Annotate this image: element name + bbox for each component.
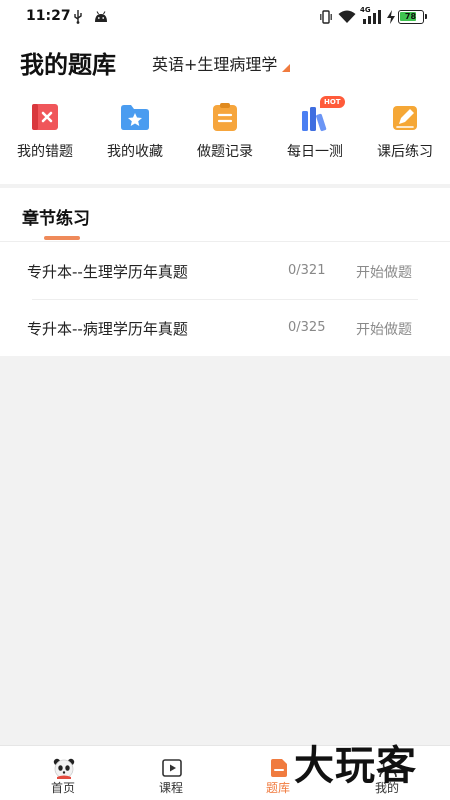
android-icon (95, 11, 107, 22)
dropdown-triangle-icon (282, 64, 291, 72)
play-icon (162, 759, 182, 777)
section-title: 章节练习 (22, 209, 90, 229)
header: 我的题库 英语+生理病理学 我的错题 我的收藏 做题记录 HOT 每日一测 课后… (0, 34, 450, 184)
start-practice-button[interactable]: 开始做题 (356, 262, 412, 282)
quick-action-daily-test[interactable]: HOT 每日一测 (270, 96, 360, 166)
subject-selector[interactable]: 英语+生理病理学 (152, 51, 291, 75)
quick-action-label: 每日一测 (287, 144, 343, 160)
chapter-progress: 0/325 (288, 320, 326, 335)
chapter-title: 专升本--生理学历年真题 (27, 263, 188, 281)
section-header: 章节练习 (0, 188, 450, 242)
hot-badge: HOT (320, 96, 345, 108)
wifi-icon (338, 10, 356, 23)
chapter-progress: 0/321 (288, 263, 326, 278)
section-title-underline (44, 236, 80, 240)
quick-action-label: 课后练习 (377, 144, 433, 160)
wrong-book-icon (32, 104, 58, 130)
star-folder-icon (121, 105, 149, 130)
tab-courses[interactable]: 课程 (115, 746, 227, 800)
start-practice-button[interactable]: 开始做题 (356, 319, 412, 339)
quick-action-records[interactable]: 做题记录 (180, 96, 270, 166)
page-title: 我的题库 (20, 51, 116, 79)
chapter-row-physiology[interactable]: 专升本--生理学历年真题 0/321 开始做题 (0, 243, 450, 299)
quick-action-favorites[interactable]: 我的收藏 (90, 96, 180, 166)
battery-tip (425, 14, 427, 19)
charging-icon (387, 10, 395, 24)
battery-indicator: 78 (398, 10, 427, 24)
quick-action-label: 我的错题 (17, 144, 73, 160)
subject-label: 英语+生理病理学 (152, 55, 278, 74)
question-bank-icon (271, 759, 287, 777)
pencil-note-icon (393, 106, 417, 130)
quick-action-wrong-questions[interactable]: 我的错题 (0, 96, 90, 166)
status-time: 11:27 (26, 8, 71, 24)
watermark-logo: 大玩客 (294, 742, 417, 789)
quick-action-homework[interactable]: 课后练习 (360, 96, 450, 166)
tab-home[interactable]: 首页 (7, 746, 119, 800)
tab-label: 课程 (158, 781, 183, 795)
tab-label: 首页 (50, 781, 75, 795)
panda-icon (53, 758, 75, 779)
vibrate-icon (320, 10, 332, 24)
clipboard-icon (213, 103, 237, 131)
usb-icon (74, 10, 82, 24)
status-bar: 11:27 4G 78 (0, 0, 450, 34)
chapter-practice-section: 章节练习 专升本--生理学历年真题 0/321 开始做题 专升本--病理学历年真… (0, 188, 450, 356)
signal-icon (363, 10, 381, 24)
chapter-title: 专升本--病理学历年真题 (27, 320, 188, 338)
quick-action-label: 我的收藏 (107, 144, 163, 160)
quick-action-label: 做题记录 (197, 144, 253, 160)
battery-percent: 78 (404, 12, 417, 21)
chapter-row-pathology[interactable]: 专升本--病理学历年真题 0/325 开始做题 (0, 300, 450, 356)
quick-actions: 我的错题 我的收藏 做题记录 HOT 每日一测 课后练习 (0, 96, 450, 181)
